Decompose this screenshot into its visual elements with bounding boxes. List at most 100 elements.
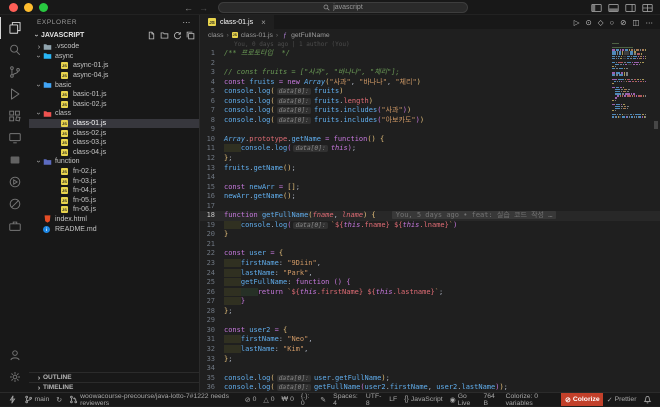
code-editor[interactable]: You, 0 days ago | 1 author (You) 1/** 프로… [200, 41, 660, 392]
code-runner-icon[interactable] [0, 171, 29, 193]
tree-item-basic-02.js[interactable]: JSbasic-02.js [29, 100, 199, 110]
zoom-window-button[interactable] [39, 3, 48, 12]
git-branch[interactable]: main [20, 393, 53, 406]
won-counter[interactable]: ₩0 [278, 393, 297, 406]
tree-item-async-04.js[interactable]: JSasync-04.js [29, 71, 199, 81]
tree-item-async-01.js[interactable]: JSasync-01.js [29, 61, 199, 71]
git-branch-label: main [35, 396, 50, 403]
file-size[interactable]: 764 B [480, 393, 502, 406]
tree-item-fn-06.js[interactable]: JSfn-06.js [29, 205, 199, 215]
code-line-2: 2 [200, 59, 660, 69]
tree-item-README.md[interactable]: iREADME.md [29, 224, 199, 234]
go-live[interactable]: ◉Go Live [446, 393, 480, 406]
tree-item-index.html[interactable]: index.html [29, 215, 199, 225]
github-pr[interactable]: woowacourse-precourse/java-lotto-7#1222 … [66, 393, 242, 406]
close-tab-icon[interactable]: × [261, 18, 266, 27]
outline-section[interactable]: › OUTLINE [29, 372, 199, 382]
pen-icon: ✎ [320, 396, 326, 404]
breadcrumb-symbol[interactable]: getFullName [291, 32, 330, 39]
tree-item-fn-03.js[interactable]: JSfn-03.js [29, 176, 199, 186]
tree-item-fn-02.js[interactable]: JSfn-02.js [29, 167, 199, 177]
extensions-icon[interactable] [0, 105, 29, 127]
new-file-icon[interactable] [147, 31, 156, 40]
tree-item-.vscode[interactable]: ›.vscode [29, 42, 199, 52]
warnings[interactable]: △0 [260, 393, 278, 406]
line-number: 2 [200, 59, 224, 69]
disabled-extension-icon[interactable] [0, 193, 29, 215]
more-actions-icon[interactable]: ⋯ [646, 18, 654, 27]
tree-item-class[interactable]: ›class [29, 109, 199, 119]
remote-explorer-icon[interactable] [0, 127, 29, 149]
toggle-panel-icon[interactable] [608, 3, 619, 13]
open-changes-icon[interactable]: ⊙ [586, 18, 592, 27]
language-mode[interactable]: {}JavaScript [401, 393, 446, 406]
views-more-actions-icon[interactable]: ⋯ [182, 18, 191, 27]
tree-item-class-02.js[interactable]: JSclass-02.js [29, 128, 199, 138]
braces-counter[interactable]: {.}: 0 [297, 393, 316, 406]
tree-item-class-01.js[interactable]: JSclass-01.js [29, 119, 199, 129]
search-icon[interactable] [0, 39, 29, 61]
minimize-window-button[interactable] [24, 3, 33, 12]
line-number: 15 [200, 183, 224, 193]
tree-item-class-04.js[interactable]: JSclass-04.js [29, 148, 199, 158]
tree-item-fn-04.js[interactable]: JSfn-04.js [29, 186, 199, 196]
compare-icon[interactable]: ◇ [598, 18, 604, 27]
error-icon: ⊘ [245, 396, 251, 404]
errors[interactable]: ⊘0 [241, 393, 260, 406]
nav-forward-icon[interactable]: → [199, 3, 208, 13]
code-line-36: 36console.log(data[0]:getFullName(user2.… [200, 383, 660, 392]
tree-item-class-03.js[interactable]: JSclass-03.js [29, 138, 199, 148]
timeline-section[interactable]: › TIMELINE [29, 382, 199, 392]
new-folder-icon[interactable] [160, 31, 169, 40]
refresh-icon[interactable] [173, 31, 182, 40]
file-size-label: 764 B [483, 393, 498, 407]
run-code-icon[interactable]: ▷ [574, 18, 580, 27]
sync-changes[interactable]: ↻ [53, 393, 66, 406]
live-server-icon[interactable] [0, 149, 29, 171]
colorize-info[interactable]: Colorize: 0 variables [502, 393, 561, 406]
run-or-debug-icon[interactable]: ⊘ [620, 18, 626, 27]
toggle-sidebar-icon[interactable] [591, 3, 602, 13]
tab-class-01-js[interactable]: JS class-01.js × [200, 15, 274, 29]
prettier[interactable]: ✓Prettier [603, 393, 640, 406]
quill[interactable]: ✎ [317, 393, 330, 406]
eol[interactable]: LF [386, 393, 401, 406]
toggle-secondary-sidebar-icon[interactable] [625, 3, 636, 13]
js-file-icon: JS [61, 139, 71, 146]
indentation[interactable]: Spaces: 4 [330, 393, 363, 406]
nav-back-icon[interactable]: ← [184, 3, 193, 13]
source-control-icon[interactable] [0, 61, 29, 83]
close-window-button[interactable] [9, 3, 18, 12]
gitlens-authors-lens[interactable]: You, 0 days ago | 1 author (You) [200, 41, 660, 49]
remote-indicator[interactable] [4, 393, 20, 406]
code-line-18: 18function getFullName(fname, lname) {Yo… [200, 211, 660, 221]
colorize-info-label: Colorize: 0 variables [506, 393, 558, 407]
code-line-21: 21 [200, 240, 660, 250]
tree-item-basic-01.js[interactable]: JSbasic-01.js [29, 90, 199, 100]
chevron-right-icon: › [35, 42, 43, 51]
breadcrumb-file[interactable]: class-01.js [241, 32, 273, 39]
customize-layout-icon[interactable] [642, 3, 653, 13]
tree-item-function[interactable]: ›function [29, 157, 199, 167]
js-file-icon: JS [61, 168, 71, 175]
project-manager-icon[interactable] [0, 215, 29, 237]
collapse-all-icon[interactable] [186, 31, 195, 40]
encoding[interactable]: UTF-8 [362, 393, 385, 406]
run-debug-icon[interactable] [0, 83, 29, 105]
notifications[interactable] [640, 393, 656, 406]
line-number: 1 [200, 49, 224, 59]
workspace-section-header[interactable]: › JAVASCRIPT [29, 29, 199, 42]
settings-icon[interactable] [0, 366, 29, 388]
breadcrumb-folder[interactable]: class [208, 32, 224, 39]
command-center-search[interactable]: javascript [218, 2, 468, 13]
tree-item-async[interactable]: ›async [29, 52, 199, 62]
colorize-button[interactable]: ⊘Colorize [561, 393, 603, 406]
account-icon[interactable] [0, 344, 29, 366]
explorer-icon[interactable] [0, 17, 29, 39]
js-file-icon: JS [232, 32, 238, 38]
tree-item-basic[interactable]: ›basic [29, 80, 199, 90]
minimap[interactable] [612, 43, 646, 118]
split-editor-icon[interactable]: ◫ [632, 18, 639, 27]
tree-item-fn-05.js[interactable]: JSfn-05.js [29, 196, 199, 206]
preview-icon[interactable]: ○ [610, 18, 615, 27]
